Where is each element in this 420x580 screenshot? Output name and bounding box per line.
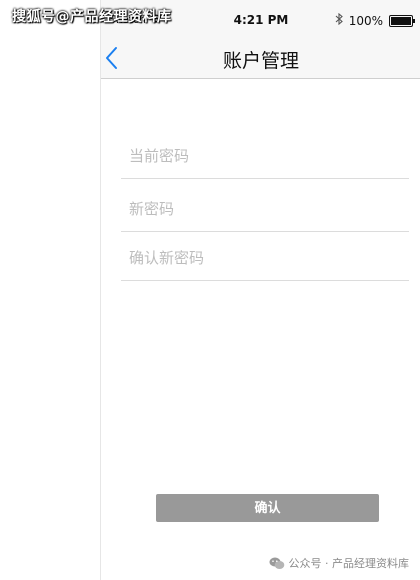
new-password-input[interactable] xyxy=(129,197,399,221)
wechat-icon xyxy=(269,557,285,570)
watermark-top: 搜狐号@产品经理资料库 xyxy=(12,9,172,25)
nav-bar: 账户管理 xyxy=(101,40,420,79)
battery-percent: 100% xyxy=(348,13,383,28)
current-password-field xyxy=(121,134,409,179)
current-password-input[interactable] xyxy=(129,144,399,168)
confirm-password-input[interactable] xyxy=(129,246,399,270)
page-title: 账户管理 xyxy=(222,50,299,72)
status-right: 100% xyxy=(335,12,415,28)
watermark-bottom-text: 公众号 · 产品经理资料库 xyxy=(288,557,410,570)
battery-icon xyxy=(389,14,415,27)
phone-screen: Sketch 4:21 PM 100% 账户管理 确认 公众号 · 产品经理资料… xyxy=(100,0,420,580)
confirm-password-field xyxy=(121,236,409,281)
watermark-bottom: 公众号 · 产品经理资料库 xyxy=(269,555,410,571)
new-password-field xyxy=(121,187,409,232)
confirm-button[interactable]: 确认 xyxy=(156,494,379,522)
bluetooth-icon xyxy=(335,12,343,28)
